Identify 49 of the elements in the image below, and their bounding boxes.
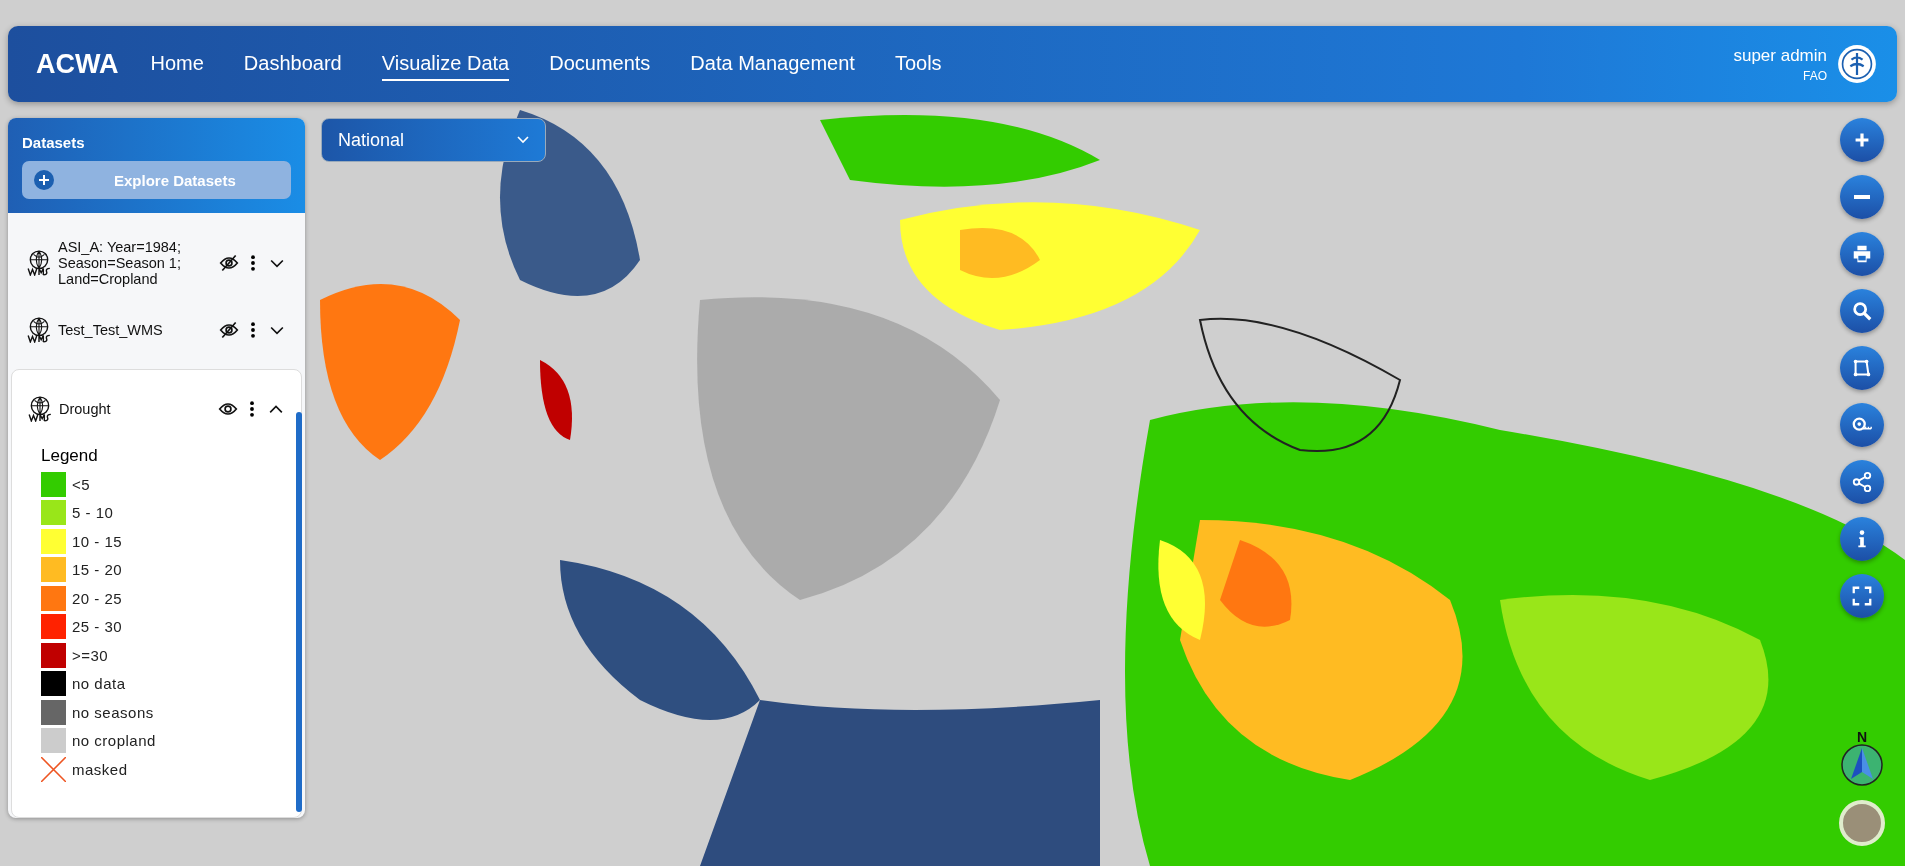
nav-link[interactable]: Documents: [549, 47, 651, 81]
more-options-icon[interactable]: [249, 320, 257, 340]
legend-label: 5 - 10: [72, 504, 114, 521]
printer-icon: [1851, 243, 1873, 265]
nav-link[interactable]: Tools: [894, 47, 942, 81]
app-logo-text[interactable]: ACWA: [36, 48, 119, 80]
layer-card[interactable]: Drought Legend <5 5 - 10 10 - 15 15 - 20 20 - 25 25 - 30 >=30 no data no seasons no cropland masked: [11, 369, 302, 818]
nav-link[interactable]: Data Management: [690, 47, 855, 81]
layer-name: ASI_A: Year=1984; Season=Season 1; Land=Cropland: [58, 239, 182, 287]
layer-row[interactable]: Test_Test_WMS: [8, 297, 305, 363]
legend-label: 15 - 20: [72, 561, 123, 578]
layer-name: Drought: [59, 401, 112, 417]
plus-icon: [34, 170, 54, 190]
globe-wms-icon: [27, 396, 53, 422]
eye-slash-icon[interactable]: [219, 320, 239, 340]
level-dropdown[interactable]: National: [321, 118, 546, 162]
fullscreen-icon: [1851, 585, 1873, 607]
layer-row[interactable]: ASI_A: Year=1984; Season=Season 1; Land=Cropland: [8, 229, 305, 297]
more-options-icon[interactable]: [248, 399, 256, 419]
user-name: super admin: [1733, 45, 1827, 66]
legend-label: no data: [72, 675, 126, 692]
north-label: N: [1856, 731, 1868, 743]
polygon-icon: [1851, 357, 1873, 379]
legend-label: >=30: [72, 646, 109, 664]
more-options-icon[interactable]: [249, 253, 257, 273]
legend-label: 10 - 15: [72, 532, 123, 550]
legend-label: masked: [72, 760, 128, 778]
nav-link[interactable]: Dashboard: [243, 47, 342, 81]
legend-title: Legend: [41, 446, 99, 466]
search-icon: [1851, 300, 1873, 322]
legend-label: 25 - 30: [72, 618, 123, 635]
globe-wms-icon: [26, 250, 52, 276]
legend-label: no cropland: [72, 732, 156, 749]
scrollbar[interactable]: [296, 412, 302, 812]
minus-icon: [1854, 195, 1870, 199]
user-organization: FAO: [1803, 68, 1827, 83]
nav-link[interactable]: Visualize Data: [381, 47, 510, 81]
layer-name: Test_Test_WMS: [58, 322, 164, 338]
nav-link[interactable]: Home: [150, 47, 204, 81]
globe-wms-icon: [26, 317, 52, 343]
eye-slash-icon[interactable]: [219, 253, 239, 273]
legend-label: <5: [72, 475, 91, 493]
share-icon: [1851, 471, 1873, 493]
panel-title: Datasets: [22, 134, 86, 151]
emblem-logo-icon[interactable]: [1837, 44, 1877, 84]
legend-label: 20 - 25: [72, 589, 123, 607]
legend-label: no seasons: [72, 703, 154, 721]
chevron-down-icon: [517, 136, 529, 144]
compass[interactable]: N: [1840, 731, 1884, 787]
